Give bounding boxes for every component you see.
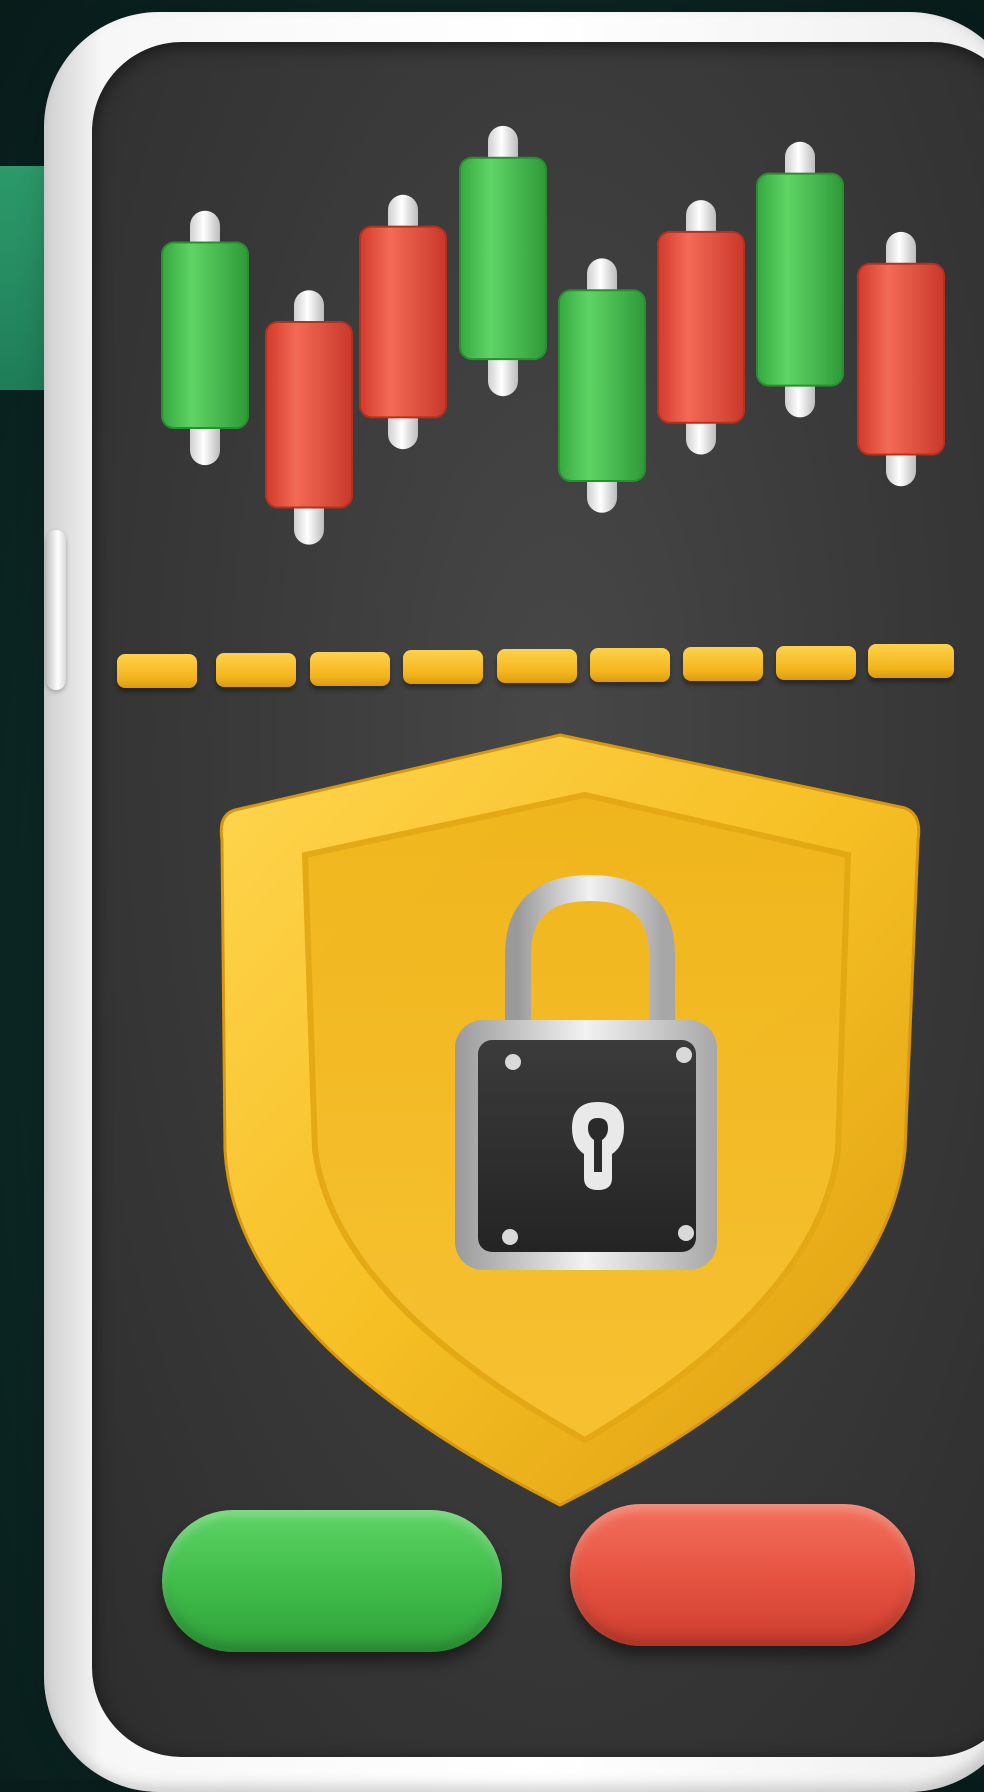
sell-button[interactable]	[570, 1504, 915, 1646]
buy-button[interactable]	[162, 1510, 502, 1652]
